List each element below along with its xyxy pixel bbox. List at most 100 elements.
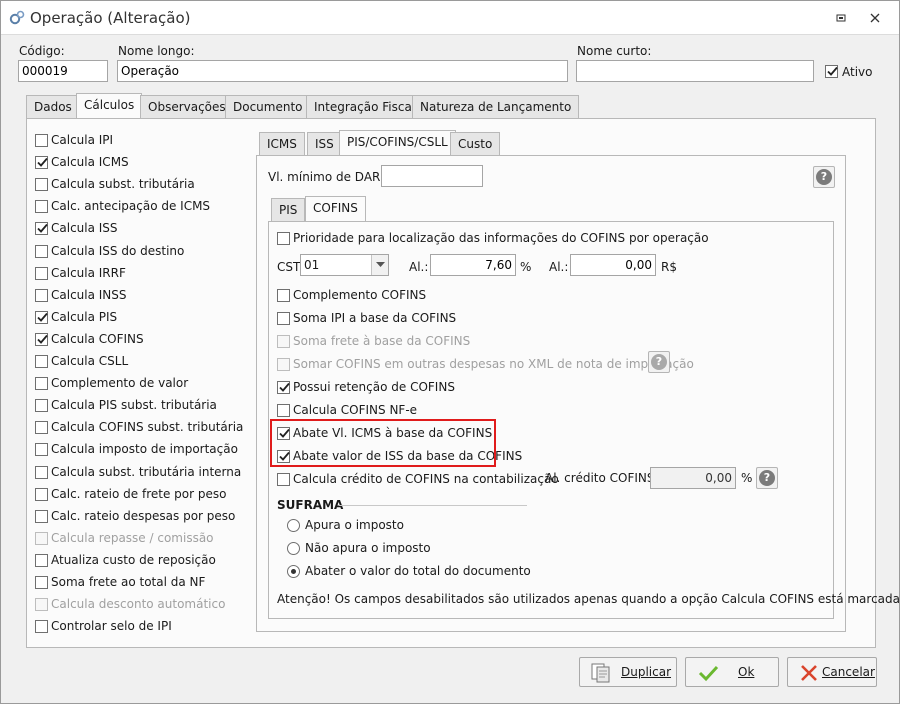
left-checkbox[interactable] — [35, 178, 48, 191]
tab-dados[interactable]: Dados — [26, 95, 80, 119]
close-icon — [870, 13, 880, 23]
left-checkbox[interactable] — [35, 377, 48, 390]
cofins-option-checkbox[interactable] — [277, 473, 290, 486]
suframa-option-label: Abater o valor do total do documento — [305, 564, 531, 578]
left-checkbox[interactable] — [35, 222, 48, 235]
left-checkbox[interactable] — [35, 421, 48, 434]
left-checkbox[interactable] — [35, 576, 48, 589]
suframa-radio[interactable] — [287, 519, 300, 532]
left-checkbox[interactable] — [35, 443, 48, 456]
credito-cofins-input[interactable] — [650, 467, 736, 489]
darf-help-button[interactable]: ? — [813, 166, 835, 188]
duplicar-button[interactable]: Duplicar — [579, 657, 677, 687]
left-checkbox-label: Calcula imposto de importação — [51, 442, 238, 456]
nome-curto-input[interactable] — [576, 60, 814, 82]
chevron-down-icon — [376, 262, 385, 267]
cancelar-button[interactable]: Cancelar — [787, 657, 877, 687]
tab-observacoes[interactable]: Observações — [140, 95, 234, 119]
cofins-option-checkbox[interactable] — [277, 312, 290, 325]
left-checkbox[interactable] — [35, 156, 48, 169]
left-checkbox-label: Calcula IRRF — [51, 266, 126, 280]
left-checkbox[interactable] — [35, 267, 48, 280]
tab-icms[interactable]: ICMS — [259, 132, 305, 156]
left-checkbox[interactable] — [35, 311, 48, 324]
xml-importacao-help-button[interactable]: ? — [648, 351, 670, 373]
left-checkbox[interactable] — [35, 554, 48, 567]
left-checkbox[interactable] — [35, 399, 48, 412]
suframa-radio[interactable] — [287, 542, 300, 555]
close-button[interactable] — [864, 7, 886, 29]
credito-cofins-label: Al. crédito COFINS: — [545, 471, 659, 485]
left-checkbox-label: Calcula ISS — [51, 221, 118, 235]
cofins-option-label: Soma IPI a base da COFINS — [293, 311, 457, 325]
suframa-radio[interactable] — [287, 565, 300, 578]
darf-input[interactable] — [381, 165, 483, 187]
tab-natureza-lancamento[interactable]: Natureza de Lançamento — [412, 95, 580, 119]
tab-integracao-fiscal[interactable]: Integração Fiscal — [306, 95, 424, 119]
nome-longo-input[interactable] — [117, 60, 568, 82]
check-mark-icon — [827, 66, 838, 76]
left-checkbox-label: Calcula PIS subst. tributária — [51, 398, 217, 412]
tab-documento[interactable]: Documento — [225, 95, 311, 119]
check-mark-icon — [37, 157, 48, 167]
title-bar: Operação (Alteração) — [1, 1, 899, 35]
check-mark-icon — [37, 312, 48, 322]
codigo-input[interactable] — [18, 60, 108, 82]
cofins-option-label: Calcula crédito de COFINS na contabiliza… — [293, 472, 559, 486]
suframa-option-label: Apura o imposto — [305, 518, 404, 532]
cancelar-label: Cancelar — [822, 665, 875, 679]
tab-iss[interactable]: ISS — [307, 132, 342, 156]
app-gear-icon — [9, 10, 25, 25]
aliquota-percent-unit: % — [520, 260, 532, 274]
ok-button[interactable]: Ok — [685, 657, 779, 687]
cofins-option-checkbox[interactable] — [277, 381, 290, 394]
left-checkbox[interactable] — [35, 333, 48, 346]
check-mark-icon — [279, 382, 290, 392]
left-checkbox[interactable] — [35, 355, 48, 368]
check-mark-icon — [37, 223, 48, 233]
help-icon: ? — [651, 354, 667, 370]
cofins-option-checkbox[interactable] — [277, 335, 290, 348]
left-checkbox[interactable] — [35, 488, 48, 501]
left-checkbox[interactable] — [35, 598, 48, 611]
left-checkbox[interactable] — [35, 200, 48, 213]
left-checkbox[interactable] — [35, 289, 48, 302]
tab-pis-cofins-csll[interactable]: PIS/COFINS/CSLL — [339, 130, 456, 156]
cst-value: 01 — [304, 258, 320, 272]
left-checkbox[interactable] — [35, 620, 48, 633]
left-checkbox-label: Calcula INSS — [51, 288, 127, 302]
left-checkbox[interactable] — [35, 532, 48, 545]
check-icon — [698, 665, 719, 682]
aliquota-reais-input[interactable] — [570, 254, 656, 276]
cofins-option-checkbox[interactable] — [277, 289, 290, 302]
aliquota-reais-unit: R$ — [661, 260, 677, 274]
dropdown-button[interactable] — [371, 255, 388, 275]
cofins-option-checkbox[interactable] — [277, 404, 290, 417]
cofins-option-checkbox[interactable] — [277, 358, 290, 371]
left-checkbox-label: Calcula COFINS subst. tributária — [51, 420, 244, 434]
left-checkbox[interactable] — [35, 245, 48, 258]
left-checkbox-label: Soma frete ao total da NF — [51, 575, 206, 589]
tab-calculos[interactable]: Cálculos — [76, 93, 143, 119]
left-checkbox-label: Calcula subst. tributária interna — [51, 465, 242, 479]
check-mark-icon — [37, 334, 48, 344]
tab-custo[interactable]: Custo — [450, 132, 501, 156]
help-icon: ? — [816, 169, 832, 185]
cofins-option-label: Possui retenção de COFINS — [293, 380, 455, 394]
ativo-checkbox[interactable] — [825, 65, 838, 78]
tab-pis[interactable]: PIS — [271, 198, 306, 222]
prioridade-checkbox[interactable] — [277, 232, 290, 245]
credito-help-button[interactable]: ? — [756, 467, 778, 489]
cofins-option-label: Calcula COFINS NF-e — [293, 403, 418, 417]
prioridade-label: Prioridade para localização das informaç… — [293, 231, 709, 245]
restore-button[interactable] — [830, 7, 852, 29]
left-checkbox-label: Complemento de valor — [51, 376, 189, 390]
cofins-option-label: Soma frete à base da COFINS — [293, 334, 471, 348]
left-checkbox[interactable] — [35, 510, 48, 523]
left-checkbox[interactable] — [35, 466, 48, 479]
cst-select[interactable]: 01 — [300, 254, 389, 276]
suframa-option-label: Não apura o imposto — [305, 541, 431, 555]
tab-cofins[interactable]: COFINS — [305, 196, 366, 222]
left-checkbox[interactable] — [35, 134, 48, 147]
aliquota-percent-input[interactable] — [430, 254, 516, 276]
